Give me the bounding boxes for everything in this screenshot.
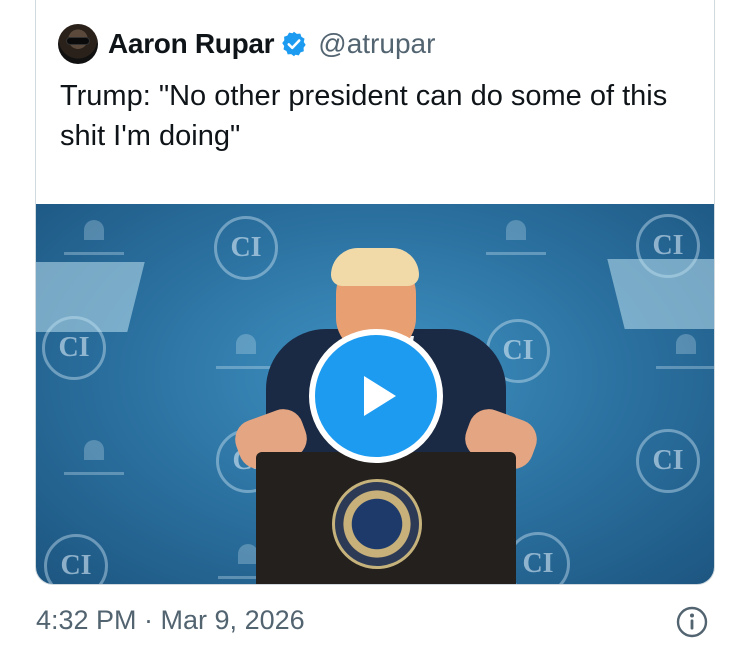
- quoted-tweet-card[interactable]: Aaron Rupar @atrupar Trump: "No other pr…: [35, 0, 715, 585]
- capitol-icon: [64, 218, 124, 255]
- avatar[interactable]: [58, 24, 98, 64]
- presidential-seal-icon: [332, 479, 422, 569]
- info-button[interactable]: [676, 606, 708, 638]
- tweet-timestamp[interactable]: 4:32 PM · Mar 9, 2026: [36, 605, 305, 636]
- capitol-icon: [64, 438, 124, 475]
- author-name[interactable]: Aaron Rupar: [108, 28, 275, 60]
- video-player[interactable]: CI CI CI CI CI CI CI CI: [36, 204, 714, 584]
- quoted-tweet-header: Aaron Rupar @atrupar: [58, 24, 435, 64]
- play-button[interactable]: [309, 329, 443, 463]
- speaker-hair: [331, 248, 419, 286]
- teleprompter-right: [607, 259, 714, 329]
- tweet-text: Trump: "No other president can do some o…: [60, 80, 668, 152]
- capitol-icon: [216, 332, 276, 369]
- teleprompter-left: [36, 262, 145, 332]
- ci-logo-icon: CI: [636, 429, 700, 493]
- capitol-icon: [486, 218, 546, 255]
- play-icon: [364, 376, 396, 416]
- ci-logo-icon: CI: [214, 216, 278, 280]
- ci-logo-icon: CI: [44, 534, 108, 584]
- info-icon: [676, 606, 708, 638]
- capitol-icon: [656, 332, 714, 369]
- author-handle[interactable]: @atrupar: [318, 28, 435, 60]
- verified-badge-icon: [280, 30, 308, 58]
